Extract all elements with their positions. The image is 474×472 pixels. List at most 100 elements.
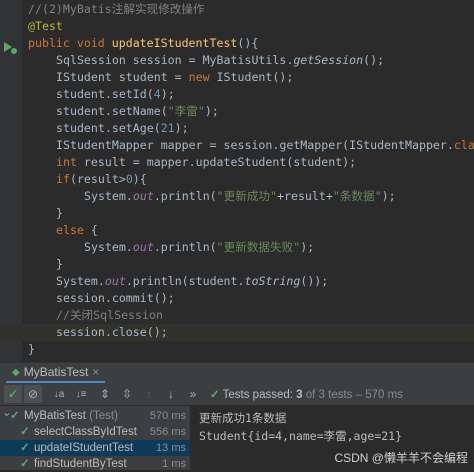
code-token: IStudent student = [56, 70, 189, 84]
code-line: public void updateIStudentTest(){ [0, 35, 474, 52]
code-token: session.commit(); [56, 291, 175, 305]
code-token: IStudentMapper mapper = session.getMappe… [56, 138, 454, 152]
code-line: if(result>0){ [0, 171, 474, 188]
code-token: SqlSession session = MyBatisUtils. [56, 53, 294, 67]
code-token: //(2)MyBatis注解实现修改操作 [28, 2, 205, 16]
code-token: out [104, 274, 126, 288]
tab-run-mybatistest[interactable]: ◆ MyBatisTest × [6, 363, 106, 383]
arrow-down-icon: ↓ [168, 387, 174, 401]
test-name: updateIStudentTest [34, 440, 133, 456]
test-label: findStudentByTest [34, 458, 127, 470]
test-passed-icon: ✓ [20, 442, 30, 454]
code-line: student.setName("李雷"); [0, 103, 474, 120]
code-token: 0 [125, 172, 133, 186]
code-token: //关闭SqlSession [56, 308, 163, 322]
test-duration: 570 ms [149, 410, 186, 422]
code-token: ); [174, 121, 189, 135]
code-line: System.out.println("更新数据失败"); [0, 239, 474, 256]
check-icon: ✓ [7, 387, 19, 401]
code-editor[interactable]: //(2)MyBatis注解实现修改操作 @Test public void upd… [0, 0, 474, 362]
code-token: getSession [293, 53, 364, 67]
collapse-all-button[interactable]: ⇳ [118, 385, 136, 403]
run-config-icon: ◆ [12, 366, 20, 378]
test-label: selectClassByIdTest [34, 426, 137, 438]
code-token: 21 [160, 121, 175, 135]
code-token: ){ [132, 172, 147, 186]
watermark: CSDN @懒羊羊不会编程 [334, 451, 468, 465]
code-token: ); [160, 87, 175, 101]
code-token: .println( [153, 189, 217, 203]
test-name: MyBatisTest (Test) [24, 408, 118, 424]
code-token: System. [56, 274, 105, 288]
test-passed-icon: ✓ [10, 410, 20, 422]
code-line: student.setAge(21); [0, 120, 474, 137]
sort-alpha-button[interactable]: ↓a [50, 385, 68, 403]
previous-failed-button[interactable]: ↑ [140, 385, 158, 403]
run-tool-window-header: ◆ MyBatisTest × [0, 362, 474, 383]
next-failed-button[interactable]: ↓ [162, 385, 180, 403]
code-token: System. [84, 189, 133, 203]
code-token: "更新成功" [216, 189, 277, 203]
code-token: (result> [69, 172, 126, 186]
code-token: } [56, 206, 63, 220]
close-tab-icon[interactable]: × [92, 365, 99, 379]
code-token: out [132, 189, 154, 203]
test-duration: 556 ms [149, 426, 186, 438]
console-line: 更新成功1条数据 [199, 411, 287, 425]
code-token: student.setAge( [56, 121, 161, 135]
code-token: .println(student. [125, 274, 245, 288]
status-suffix: of 3 tests – 570 ms [302, 389, 403, 401]
code-token: @Test [28, 19, 63, 33]
arrow-up-icon: ↑ [146, 387, 152, 401]
test-kind: (Test) [86, 410, 118, 422]
code-token: (){ [237, 36, 259, 50]
code-line: } [0, 341, 474, 358]
show-passed-button[interactable]: ✓ [4, 385, 22, 403]
code-token: out [132, 240, 154, 254]
test-tree-item[interactable]: ✓ updateIStudentTest 13 ms [0, 440, 190, 456]
code-token: class [453, 138, 474, 152]
code-token: ); [300, 240, 315, 254]
more-options-button[interactable]: » [184, 385, 202, 403]
code-token: ); [204, 104, 219, 118]
test-passed-icon: ✓ [20, 426, 30, 438]
code-token: 4 [153, 87, 161, 101]
more-icon: » [189, 387, 197, 401]
test-results-tree: ⌄ ✓ MyBatisTest (Test) 570 ms ✓ selectClassBy… [0, 406, 190, 470]
code-token: .println( [153, 240, 217, 254]
code-line: SqlSession session = MyBatisUtils.getSes… [0, 52, 474, 69]
code-token: ); [381, 189, 396, 203]
expand-all-icon: ⇕ [99, 387, 111, 401]
code-token: System. [84, 240, 133, 254]
test-tree-item[interactable]: ⌄ ✓ MyBatisTest (Test) 570 ms [0, 407, 190, 424]
code-token: "更新数据失败" [216, 240, 301, 254]
code-line: else { [0, 222, 474, 239]
test-label: updateIStudentTest [34, 442, 134, 454]
code-line: @Test [0, 18, 474, 35]
code-line: IStudent student = new IStudent(); [0, 69, 474, 86]
sort-alpha-icon: ↓a [53, 388, 65, 400]
code-line: //(2)MyBatis注解实现修改操作 [0, 1, 474, 18]
code-token: result = mapper.updateStudent(student); [83, 155, 357, 169]
tests-status: ✓ Tests passed: 3 of 3 tests – 570 ms [210, 387, 403, 401]
code-token: (); [363, 53, 385, 67]
code-line: } [0, 256, 474, 273]
code-token: { [90, 223, 98, 237]
code-line: session.commit(); [0, 290, 474, 307]
test-tree-item[interactable]: ✓ selectClassByIdTest 556 ms [0, 424, 190, 440]
test-name: selectClassByIdTest [34, 424, 137, 440]
expand-all-button[interactable]: ⇕ [96, 385, 114, 403]
code-token: session.close(); [56, 325, 168, 339]
code-line: session.close(); [0, 324, 474, 341]
code-token: if [56, 172, 70, 186]
test-runner-toolbar: ✓ ⊘ ↓a ↓≡ ⇕ ⇳ ↑ ↓ » ✓ Tests passed: 3 of… [0, 383, 474, 406]
show-ignored-button[interactable]: ⊘ [24, 385, 42, 403]
test-duration: 13 ms [156, 442, 186, 454]
pass-check-icon: ✓ [210, 389, 220, 401]
console-line: Student{id=4,name=李雷,age=21} [199, 429, 403, 443]
sort-duration-button[interactable]: ↓≡ [72, 385, 90, 403]
code-line: student.setId(4); [0, 86, 474, 103]
status-prefix: Tests passed: [222, 389, 297, 401]
code-line: } [0, 205, 474, 222]
run-tab-label: MyBatisTest [23, 365, 89, 379]
